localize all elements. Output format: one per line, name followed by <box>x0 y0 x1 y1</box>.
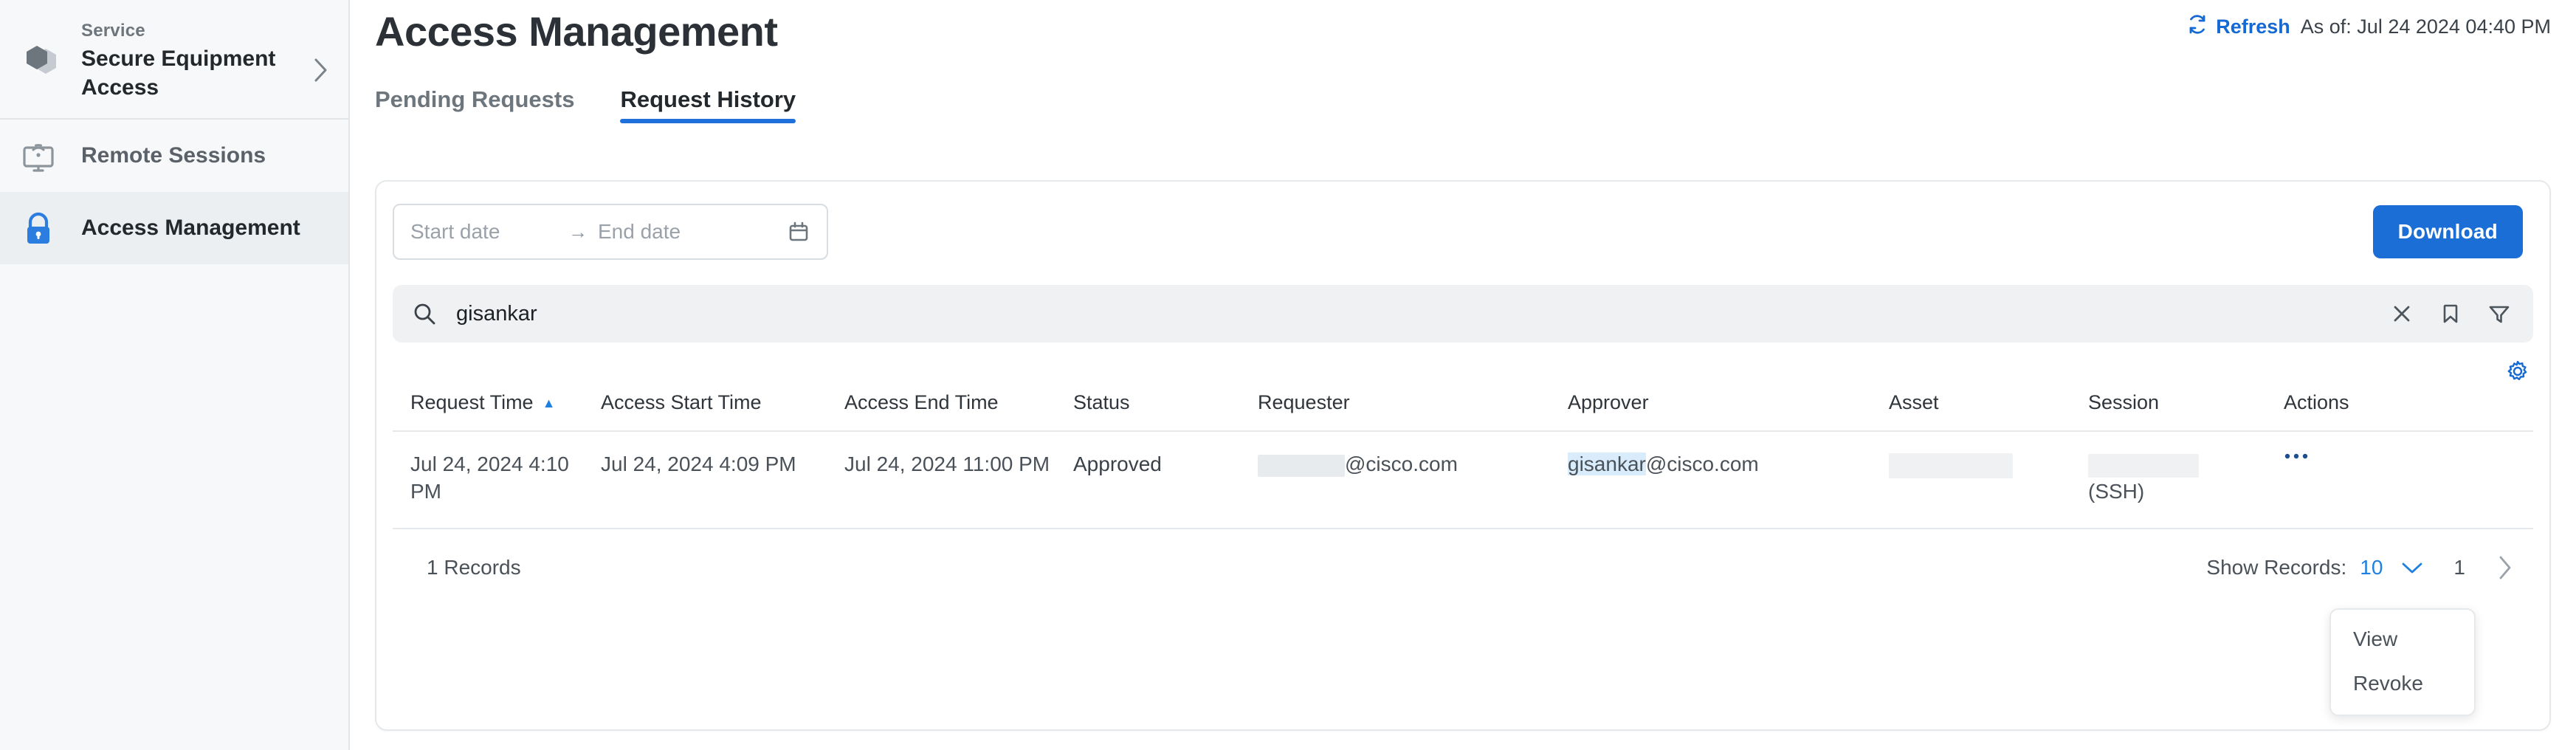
app-root: Service Secure Equipment Access Remote S… <box>0 0 2576 750</box>
lock-icon <box>19 209 68 247</box>
refresh-icon <box>2186 13 2208 41</box>
column-header-access-end-time[interactable]: Access End Time <box>844 391 1073 414</box>
search-bar[interactable]: gisankar <box>393 285 2533 343</box>
table-footer: 1 Records Show Records: 10 1 <box>393 529 2533 581</box>
column-header-approver[interactable]: Approver <box>1568 391 1889 414</box>
date-range-picker[interactable]: Start date → End date <box>393 204 828 260</box>
service-eyebrow: Service <box>81 21 145 41</box>
cell-access-start-time: Jul 24, 2024 4:09 PM <box>601 453 796 475</box>
remote-monitor-icon <box>19 137 68 174</box>
search-input[interactable]: gisankar <box>456 302 2390 326</box>
search-actions <box>2390 302 2511 326</box>
refresh-button[interactable]: Refresh <box>2186 13 2290 41</box>
sidebar-item-label: Access Management <box>81 215 300 240</box>
table-row[interactable]: Jul 24, 2024 4:10 PM Jul 24, 2024 4:09 P… <box>393 432 2533 529</box>
show-records-number: 10 <box>2360 555 2383 579</box>
bookmark-icon[interactable] <box>2439 302 2462 326</box>
redacted-session <box>2088 453 2199 478</box>
start-date-input[interactable]: Start date <box>410 220 558 244</box>
records-count: 1 Records <box>427 555 521 579</box>
cell-actions <box>2284 451 2417 461</box>
page-title: Access Management <box>375 8 778 55</box>
search-icon <box>412 301 437 326</box>
sidebar-item-access-management[interactable]: Access Management <box>0 191 348 264</box>
cell-request-time: Jul 24, 2024 4:10 PM <box>410 453 569 503</box>
column-header-session[interactable]: Session <box>2088 391 2284 414</box>
cell-status: Approved <box>1073 453 1162 475</box>
header-right: Refresh As of: Jul 24 2024 04:40 PM <box>2186 13 2551 41</box>
session-protocol: (SSH) <box>2088 479 2145 503</box>
close-icon[interactable] <box>2390 302 2414 326</box>
sidebar: Service Secure Equipment Access Remote S… <box>0 0 350 750</box>
hexagon-logo-icon <box>19 38 68 88</box>
table-header-row: Request Time ▲ Access Start Time Access … <box>393 391 2533 432</box>
page-header: Access Management Refresh As of: Jul 24 … <box>375 0 2576 55</box>
column-header-actions[interactable]: Actions <box>2284 391 2417 414</box>
tab-request-history[interactable]: Request History <box>620 86 796 123</box>
download-button[interactable]: Download <box>2372 205 2523 258</box>
service-name: Secure Equipment Access <box>81 47 276 100</box>
refresh-label: Refresh <box>2216 16 2290 38</box>
next-page-icon[interactable] <box>2496 554 2514 581</box>
calendar-icon[interactable] <box>787 220 810 244</box>
cell-asset <box>1889 451 2088 478</box>
page-number: 1 <box>2453 555 2465 579</box>
column-header-requester[interactable]: Requester <box>1258 391 1568 414</box>
column-header-asset[interactable]: Asset <box>1889 391 2088 414</box>
approver-suffix: @cisco.com <box>1645 453 1759 475</box>
range-arrow-icon: → <box>568 220 588 243</box>
show-records-value[interactable]: 10 <box>2360 556 2383 579</box>
column-header-access-start-time[interactable]: Access Start Time <box>601 391 844 414</box>
as-of-timestamp: As of: Jul 24 2024 04:40 PM <box>2300 16 2551 38</box>
service-selector[interactable]: Service Secure Equipment Access <box>0 0 348 120</box>
pagination: Show Records: 10 1 <box>2206 554 2514 581</box>
approver-match: gisankar <box>1568 453 1646 475</box>
card-toolbar: Start date → End date Download <box>376 182 2549 260</box>
table-settings-row <box>376 343 2549 384</box>
sidebar-item-label: Remote Sessions <box>81 142 266 168</box>
sort-ascending-icon: ▲ <box>542 395 556 410</box>
sidebar-item-remote-sessions[interactable]: Remote Sessions <box>0 120 348 192</box>
request-history-card: Start date → End date Download gisankar … <box>375 180 2551 731</box>
gear-icon[interactable] <box>2505 359 2530 384</box>
column-label: Request Time <box>410 391 534 413</box>
column-header-request-time[interactable]: Request Time ▲ <box>393 391 601 414</box>
request-history-table: Request Time ▲ Access Start Time Access … <box>393 391 2533 581</box>
chevron-right-icon <box>313 58 329 86</box>
main-content: Access Management Refresh As of: Jul 24 … <box>350 0 2576 750</box>
filter-icon[interactable] <box>2487 302 2511 326</box>
chevron-down-icon[interactable] <box>2400 560 2424 575</box>
cell-access-end-time: Jul 24, 2024 11:00 PM <box>844 453 1050 475</box>
show-records-label: Show Records: <box>2206 555 2347 579</box>
cell-session: (SSH) <box>2088 451 2284 506</box>
menu-item-view[interactable]: View <box>2331 617 2474 661</box>
end-date-input[interactable]: End date <box>598 220 787 244</box>
redacted-asset <box>1889 453 2013 478</box>
requester-suffix: @cisco.com <box>1345 453 1458 475</box>
cell-approver: gisankar@cisco.com <box>1568 451 1889 478</box>
actions-dropdown-menu: View Revoke <box>2329 608 2476 716</box>
cell-requester: @cisco.com <box>1258 451 1568 478</box>
column-header-status[interactable]: Status <box>1073 391 1258 414</box>
kebab-menu-icon[interactable] <box>2284 451 2309 461</box>
service-text: Service Secure Equipment Access <box>81 13 303 102</box>
menu-item-revoke[interactable]: Revoke <box>2331 661 2474 706</box>
tab-bar: Pending Requests Request History <box>375 86 2576 123</box>
redacted-text <box>1258 454 1345 477</box>
tab-pending-requests[interactable]: Pending Requests <box>375 86 574 123</box>
